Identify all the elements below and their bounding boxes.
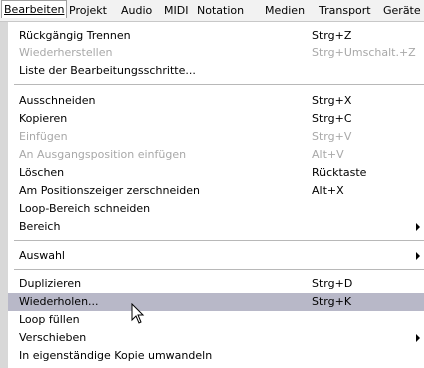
menu-item-convert-to-real-copy[interactable]: In eigenständige Kopie umwandeln [8,347,424,365]
separator [14,269,424,270]
menu-item-move[interactable]: Verschieben [8,329,424,347]
menu-projekt[interactable]: Projekt [69,4,107,17]
menu-item-repeat[interactable]: Wiederholen... Strg+K [8,293,424,311]
menu-item-cut[interactable]: Ausschneiden Strg+X [8,92,424,110]
menu-geraete[interactable]: Geräte [383,4,421,17]
menu-transport[interactable]: Transport [319,4,371,17]
menu-item-delete[interactable]: Löschen Rücktaste [8,164,424,182]
menu-item-redo[interactable]: Wiederherstellen Strg+Umschalt.+Z [8,44,424,62]
menu-item-range[interactable]: Bereich [8,218,424,236]
menu-bearbeiten[interactable]: Bearbeiten [1,0,68,18]
separator [14,84,424,85]
menu-item-paste[interactable]: Einfügen Strg+V [8,128,424,146]
menu-medien[interactable]: Medien [265,4,305,17]
icon-column [0,22,8,368]
menu-item-duplicate[interactable]: Duplizieren Strg+D [8,275,424,293]
menu-notation[interactable]: Notation [197,4,244,17]
menu-item-split-loop[interactable]: Loop-Bereich schneiden [8,200,424,218]
menu-item-split-at-cursor[interactable]: Am Positionszeiger zerschneiden Alt+X [8,182,424,200]
separator [14,240,424,241]
menu-item-copy[interactable]: Kopieren Strg+C [8,110,424,128]
menu-bar: Bearbeiten Projekt Audio MIDI Notation M… [0,0,424,22]
menu-item-fill-loop[interactable]: Loop füllen [8,311,424,329]
mouse-pointer-icon [131,303,145,324]
menu-item-paste-at-origin[interactable]: An Ausgangsposition einfügen Alt+V [8,146,424,164]
submenu-arrow-icon [416,223,420,231]
menu-item-history[interactable]: Liste der Bearbeitungsschritte... [8,62,424,80]
submenu-arrow-icon [416,252,420,260]
menu-item-undo[interactable]: Rückgängig Trennen Strg+Z [8,27,424,45]
menu-audio[interactable]: Audio [121,4,152,17]
menu-midi[interactable]: MIDI [164,4,188,17]
menu-item-select[interactable]: Auswahl [8,247,424,265]
edit-dropdown-menu: Rückgängig Trennen Strg+Z Wiederherstell… [0,22,424,368]
submenu-arrow-icon [416,334,420,342]
